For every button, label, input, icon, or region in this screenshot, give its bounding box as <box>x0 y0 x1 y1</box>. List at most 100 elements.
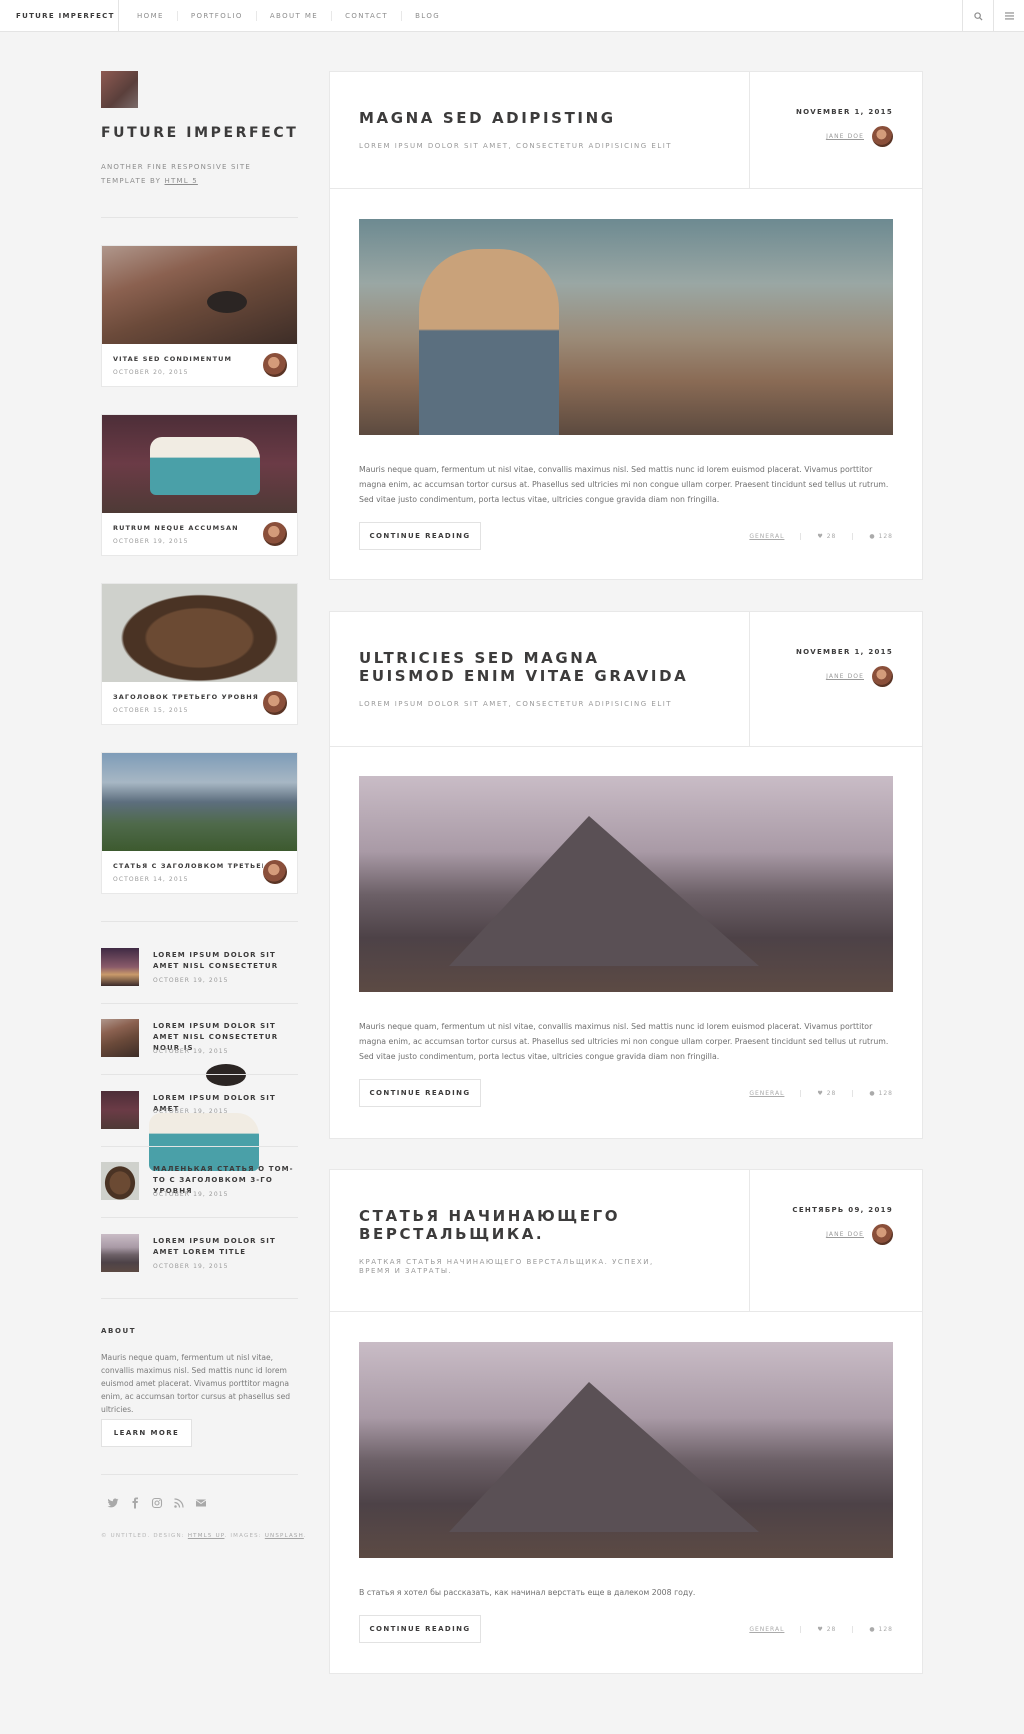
email-icon[interactable] <box>194 1497 207 1510</box>
author-avatar[interactable] <box>263 353 287 377</box>
about-heading: ABOUT <box>101 1327 137 1335</box>
author-avatar[interactable] <box>872 666 893 687</box>
list-item[interactable]: LOREM IPSUM DOLOR SIT AMET NISL CONSECTE… <box>101 1019 298 1086</box>
comments-counter[interactable]: ● 128 <box>853 1090 893 1097</box>
menu-button[interactable] <box>993 0 1024 32</box>
post-body: Mauris neque quam, fermentum ut nisl vit… <box>359 465 889 504</box>
instagram-icon[interactable] <box>150 1497 163 1510</box>
post-meta: NOVEMBER 1, 2015 JANE DOE <box>749 72 922 188</box>
nav-contact[interactable]: CONTACT <box>331 11 401 21</box>
category-link[interactable]: GENERAL <box>749 1090 802 1097</box>
continue-reading-button[interactable]: CONTINUE READING <box>359 522 481 550</box>
likes-counter[interactable]: ♥ 28 <box>801 1090 854 1097</box>
comment-icon: ● <box>869 1626 876 1633</box>
learn-more-button[interactable]: LEARN MORE <box>101 1419 192 1447</box>
post-thumbnail[interactable] <box>101 1234 139 1272</box>
mini-post-title[interactable]: ЗАГОЛОВОК ТРЕТЬЕГО УРОВНЯ <box>113 693 263 701</box>
author-name[interactable]: JANE DOE <box>826 133 864 140</box>
mini-post-date: OCTOBER 15, 2015 <box>113 707 189 714</box>
post-meta: СЕНТЯБРЬ 09, 2019 JANE DOE <box>749 1170 922 1311</box>
comment-icon: ● <box>869 1090 876 1097</box>
likes-counter[interactable]: ♥ 28 <box>801 1626 854 1633</box>
mini-post-title[interactable]: VITAE SED CONDIMENTUM <box>113 355 263 363</box>
nav-portfolio[interactable]: PORTFOLIO <box>176 11 256 21</box>
post-date: СЕНТЯБРЬ 09, 2019 <box>792 1206 893 1214</box>
unsplash-link[interactable]: UNSPLASH <box>265 1533 304 1539</box>
mini-post-image[interactable] <box>102 246 297 344</box>
post-link-title[interactable]: LOREM IPSUM DOLOR SIT AMET NISL CONSECTE… <box>153 950 298 972</box>
likes-counter[interactable]: ♥ 28 <box>801 533 854 540</box>
likes-count: 28 <box>826 1626 837 1633</box>
search-button[interactable] <box>962 0 993 32</box>
mini-post-image[interactable] <box>102 415 297 513</box>
mini-post[interactable]: VITAE SED CONDIMENTUM OCTOBER 20, 2015 <box>101 245 298 387</box>
post-thumbnail[interactable] <box>101 1162 139 1200</box>
post-date: OCTOBER 19, 2015 <box>153 1108 229 1115</box>
author-avatar[interactable] <box>263 522 287 546</box>
search-icon <box>973 11 983 21</box>
post-stats: GENERAL ♥ 28 ● 128 <box>749 1090 893 1097</box>
sidebar-title: FUTURE IMPERFECT <box>101 125 299 141</box>
main-nav: HOME PORTFOLIO ABOUT ME CONTACT BLOG <box>124 0 453 32</box>
mini-post-image[interactable] <box>102 753 297 851</box>
nav-about-me[interactable]: ABOUT ME <box>255 11 331 21</box>
heart-icon: ♥ <box>817 1090 824 1097</box>
author-avatar[interactable] <box>872 1224 893 1245</box>
post-date: OCTOBER 19, 2015 <box>153 1263 229 1270</box>
list-item[interactable]: LOREM IPSUM DOLOR SIT AMET OCTOBER 19, 2… <box>101 1091 298 1171</box>
comments-count: 128 <box>878 1090 893 1097</box>
post-thumbnail[interactable] <box>101 1019 246 1086</box>
mini-post[interactable]: СТАТЬЯ С ЗАГОЛОВКОМ ТРЕТЬЕГО OCTOBER 14,… <box>101 752 298 894</box>
author-name[interactable]: JANE DOE <box>826 673 864 680</box>
list-item[interactable]: МАЛЕНЬКАЯ СТАТЬЯ О ТОМ-ТО С ЗАГОЛОВКОМ 3… <box>101 1162 298 1202</box>
category-link[interactable]: GENERAL <box>749 1626 802 1633</box>
author-name[interactable]: JANE DOE <box>826 1231 864 1238</box>
likes-count: 28 <box>826 533 837 540</box>
post-title[interactable]: MAGNA SED ADIPISTING <box>359 109 689 127</box>
divider <box>101 1474 298 1475</box>
author-avatar[interactable] <box>263 860 287 884</box>
list-item[interactable]: LOREM IPSUM DOLOR SIT AMET NISL CONSECTE… <box>101 948 298 988</box>
continue-reading-button[interactable]: CONTINUE READING <box>359 1615 481 1643</box>
rss-icon[interactable] <box>172 1497 185 1510</box>
nav-home[interactable]: HOME <box>124 11 177 21</box>
post-thumbnail[interactable] <box>101 948 139 986</box>
post-title[interactable]: СТАТЬЯ НАЧИНАЮЩЕГО ВЕРСТАЛЬЩИКА. <box>359 1207 689 1243</box>
post-title[interactable]: ULTRICIES SED MAGNA EUISMOD ENIM VITAE G… <box>359 649 689 685</box>
nav-blog[interactable]: BLOG <box>401 11 453 21</box>
author-avatar[interactable] <box>263 691 287 715</box>
site-logo-image[interactable] <box>101 71 138 108</box>
post-date: OCTOBER 19, 2015 <box>153 1048 229 1055</box>
mini-post-title[interactable]: СТАТЬЯ С ЗАГОЛОВКОМ ТРЕТЬЕГО <box>113 862 263 870</box>
post-image[interactable] <box>359 1342 893 1558</box>
divider <box>101 1217 298 1218</box>
post-date: OCTOBER 19, 2015 <box>153 1191 229 1198</box>
continue-reading-button[interactable]: CONTINUE READING <box>359 1079 481 1107</box>
post-stats: GENERAL ♥ 28 ● 128 <box>749 533 893 540</box>
post-header: MAGNA SED ADIPISTING LOREM IPSUM DOLOR S… <box>330 72 922 189</box>
mini-post-image[interactable] <box>102 584 297 682</box>
post-thumbnail[interactable] <box>101 1091 259 1171</box>
social-links <box>106 1497 207 1510</box>
mini-post-title[interactable]: RUTRUM NEQUE ACCUMSAN <box>113 524 263 532</box>
post-header: СТАТЬЯ НАЧИНАЮЩЕГО ВЕРСТАЛЬЩИКА. КРАТКАЯ… <box>330 1170 922 1312</box>
html5up-link[interactable]: HTML5 UP <box>188 1533 225 1539</box>
category-link[interactable]: GENERAL <box>749 533 802 540</box>
mini-post[interactable]: RUTRUM NEQUE ACCUMSAN OCTOBER 19, 2015 <box>101 414 298 556</box>
html5-link[interactable]: HTML 5 <box>165 177 198 185</box>
author-avatar[interactable] <box>872 126 893 147</box>
comments-counter[interactable]: ● 128 <box>853 1626 893 1633</box>
post-link-title[interactable]: LOREM IPSUM DOLOR SIT AMET LOREM TITLE <box>153 1236 298 1258</box>
list-item[interactable]: LOREM IPSUM DOLOR SIT AMET LOREM TITLE O… <box>101 1234 298 1274</box>
blog-post: MAGNA SED ADIPISTING LOREM IPSUM DOLOR S… <box>329 71 923 580</box>
mini-post[interactable]: ЗАГОЛОВОК ТРЕТЬЕГО УРОВНЯ OCTOBER 15, 20… <box>101 583 298 725</box>
post-image[interactable] <box>359 776 893 992</box>
post-meta: NOVEMBER 1, 2015 JANE DOE <box>749 612 922 746</box>
twitter-icon[interactable] <box>106 1497 119 1510</box>
copyright-text: . IMAGES: <box>224 1533 265 1539</box>
facebook-icon[interactable] <box>128 1497 141 1510</box>
divider <box>101 217 298 218</box>
brand-logo[interactable]: FUTURE IMPERFECT <box>0 0 119 32</box>
post-image[interactable] <box>359 219 893 435</box>
comments-counter[interactable]: ● 128 <box>853 533 893 540</box>
